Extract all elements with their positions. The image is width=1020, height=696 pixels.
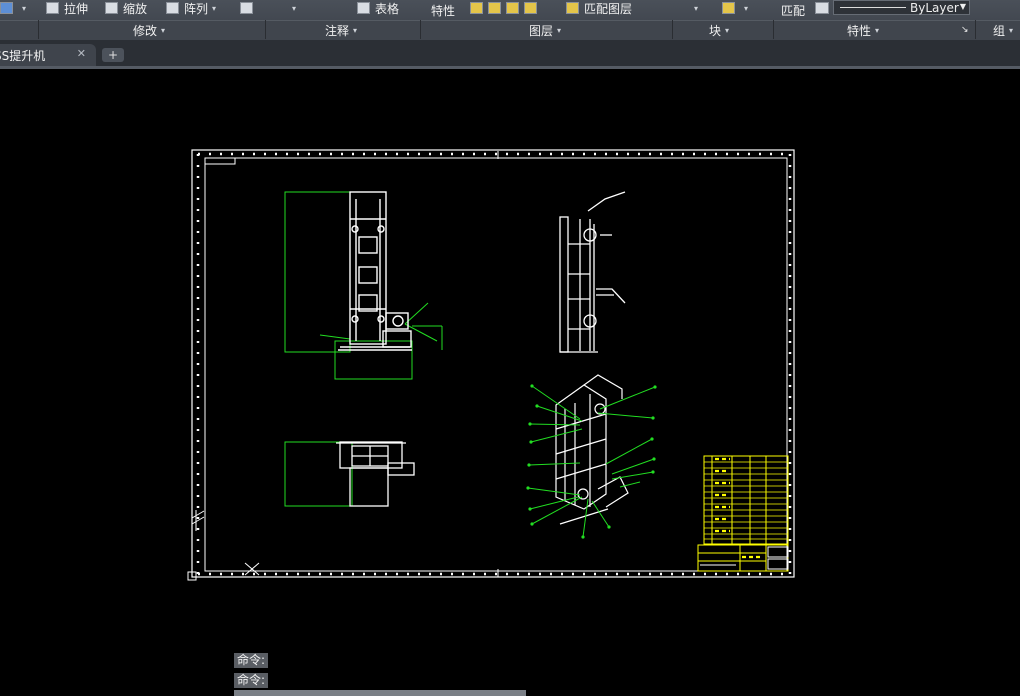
panel-divider <box>975 20 976 39</box>
table-label: 表格 <box>375 1 400 16</box>
document-tab-label: SS提升机 <box>0 48 46 63</box>
array-button[interactable]: 阵列 ▾ <box>166 0 216 16</box>
insert-block-button[interactable]: ▾ <box>722 0 748 16</box>
stretch-label: 拉伸 <box>64 1 89 16</box>
chevron-down-icon: ▾ <box>875 26 880 35</box>
chevron-down-icon: ▾ <box>353 26 358 35</box>
panel-divider <box>420 20 421 39</box>
chevron-down-icon: ▾ <box>212 3 217 13</box>
match-layer-label: 匹配图层 <box>584 1 633 16</box>
chevron-down-icon: ▾ <box>22 3 27 13</box>
panel-group-label: 组 <box>993 24 1006 38</box>
layer-off-icon <box>470 2 483 14</box>
chevron-down-icon: ▾ <box>557 26 562 35</box>
panel-layers[interactable]: 图层 ▾ <box>529 22 561 39</box>
panel-divider <box>265 20 266 39</box>
stretch-button[interactable]: 拉伸 <box>46 0 88 16</box>
panel-divider <box>672 20 673 39</box>
scale-icon <box>105 2 118 14</box>
panel-modify[interactable]: 修改 ▾ <box>133 22 165 39</box>
panel-block[interactable]: 块 ▾ <box>709 22 729 39</box>
layer-properties-button[interactable]: 特性 <box>431 2 455 18</box>
linetype-icon-wrap <box>815 0 834 16</box>
linetype-sample <box>840 7 906 8</box>
side-view <box>559 191 626 353</box>
cursor-crosshair-icon <box>244 562 260 576</box>
document-tab[interactable]: SS提升机 ✕ <box>0 44 96 66</box>
stretch-icon <box>46 2 59 14</box>
layer-isolate-icon <box>488 2 501 14</box>
ribbon-tool-partial[interactable]: ▾ <box>0 0 26 16</box>
drawing-frame <box>187 149 795 581</box>
drawing-canvas[interactable] <box>0 69 1020 649</box>
scale-button[interactable]: 缩放 <box>105 0 147 16</box>
panel-annotation[interactable]: 注释 ▾ <box>325 22 357 39</box>
annotation-dropdown[interactable]: ▾ <box>288 0 296 16</box>
command-input[interactable] <box>234 690 526 696</box>
array-icon <box>166 2 179 14</box>
ribbon: ▾ 拉伸 缩放 阵列 ▾ ▾ 表格 特性 匹配图层 ▾ ▾ 匹配 ByLayer… <box>0 0 1020 41</box>
panel-divider <box>38 20 39 39</box>
array-label: 阵列 <box>184 1 209 16</box>
dialog-launcher-icon: ↘ <box>961 25 969 35</box>
offset-icon <box>240 2 253 14</box>
chevron-down-icon: ▾ <box>1009 26 1014 35</box>
command-history-line: 命令: <box>234 673 269 688</box>
front-view <box>284 191 443 380</box>
match-properties-button[interactable]: 匹配 <box>781 2 805 18</box>
chevron-down-icon: ▾ <box>161 26 166 35</box>
panel-annotation-label: 注释 <box>325 24 350 38</box>
file-tab-bar: SS提升机 ✕ + <box>0 40 1020 69</box>
chevron-down-icon: ▾ <box>292 3 297 13</box>
panel-properties[interactable]: 特性 ▾ <box>847 22 879 39</box>
linetype-value: ByLayer <box>910 0 959 15</box>
linetype-select[interactable]: ByLayer ▼ <box>833 0 970 15</box>
chevron-down-icon: ▼ <box>959 2 966 11</box>
table-button[interactable]: 表格 <box>357 0 399 16</box>
scale-label: 缩放 <box>123 1 148 16</box>
panel-group[interactable]: 组 ▾ <box>993 22 1013 39</box>
panel-layers-label: 图层 <box>529 24 554 38</box>
close-icon[interactable]: ✕ <box>77 47 86 60</box>
top-view <box>284 441 415 507</box>
table-icon <box>357 2 370 14</box>
insert-block-icon <box>722 2 735 14</box>
isometric-view <box>526 374 657 539</box>
layer-freeze-icon <box>506 2 519 14</box>
panel-properties-launcher[interactable]: ↘ <box>961 25 969 35</box>
match-layer-button[interactable]: 匹配图层 <box>566 0 632 16</box>
ribbon-tool-misc[interactable] <box>240 0 258 16</box>
new-tab-button[interactable]: + <box>102 48 124 62</box>
block-dropdown[interactable]: ▾ <box>690 0 698 16</box>
linetype-icon <box>815 2 829 14</box>
layer-lock-icon <box>524 2 537 14</box>
ucs-icon <box>191 510 205 531</box>
panel-modify-label: 修改 <box>133 24 158 38</box>
title-block <box>697 455 789 572</box>
move-icon <box>0 2 13 14</box>
chevron-down-icon: ▾ <box>744 3 749 13</box>
command-history-line: 命令: <box>234 653 269 668</box>
panel-block-label: 块 <box>709 24 722 38</box>
chevron-down-icon: ▾ <box>725 26 730 35</box>
layer-properties-label: 特性 <box>431 3 456 18</box>
match-layer-icon <box>566 2 579 14</box>
panel-properties-label: 特性 <box>847 24 872 38</box>
layer-tools[interactable] <box>470 0 542 16</box>
match-properties-label: 匹配 <box>781 3 806 18</box>
chevron-down-icon: ▾ <box>694 3 699 13</box>
panel-divider <box>773 20 774 39</box>
